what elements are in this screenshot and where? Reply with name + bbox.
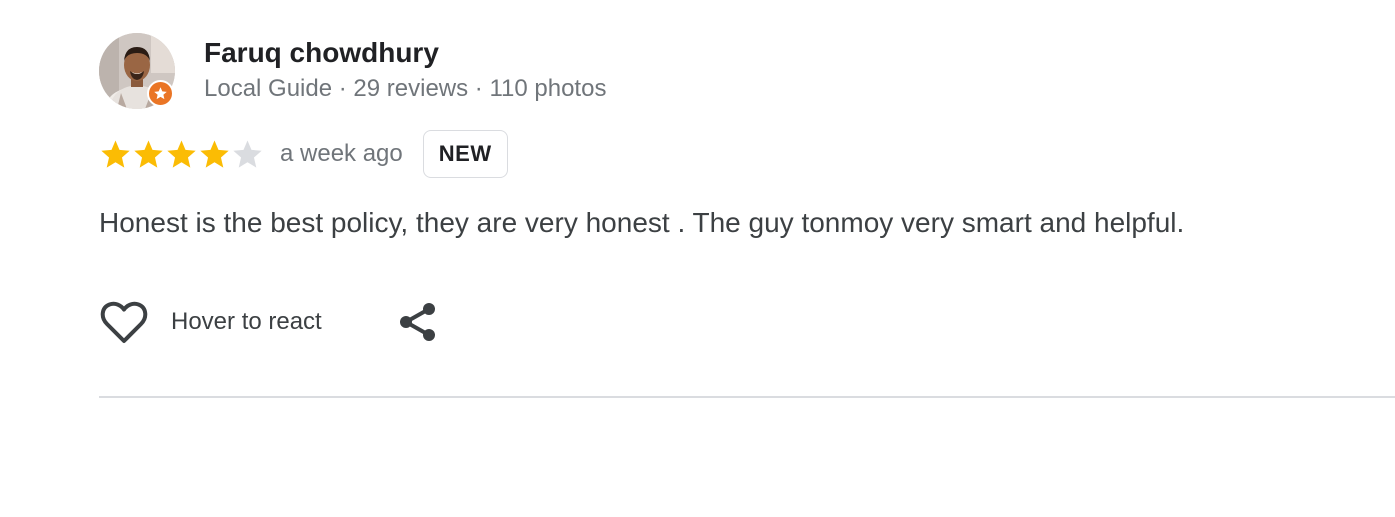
react-button[interactable]: Hover to react (99, 299, 322, 345)
star-filled-icon (200, 139, 229, 168)
review-divider (99, 396, 1395, 398)
review-text: Honest is the best policy, they are very… (99, 207, 1185, 238)
review-actions: Hover to react (99, 298, 440, 346)
heart-icon (100, 301, 148, 343)
reviewer-meta[interactable]: Local Guide · 29 reviews · 110 photos (204, 74, 606, 104)
share-button[interactable] (396, 299, 440, 345)
local-guide-badge (147, 80, 174, 107)
review-card: Faruq chowdhury Local Guide · 29 reviews… (99, 0, 1395, 517)
star-filled-icon (101, 139, 130, 168)
star-filled-icon (134, 139, 163, 168)
star-filled-icon (167, 139, 196, 168)
react-label: Hover to react (171, 308, 322, 335)
share-icon (399, 303, 435, 341)
new-badge: NEW (422, 130, 508, 178)
star-empty-icon (233, 139, 262, 168)
review-time: a week ago (280, 140, 403, 167)
star-rating (99, 128, 264, 180)
reviewer-header: Faruq chowdhury Local Guide · 29 reviews… (99, 32, 899, 110)
reviewer-name[interactable]: Faruq chowdhury (204, 36, 439, 70)
local-guide-star-icon (154, 87, 167, 100)
rating-row: a week ago NEW (99, 128, 508, 180)
